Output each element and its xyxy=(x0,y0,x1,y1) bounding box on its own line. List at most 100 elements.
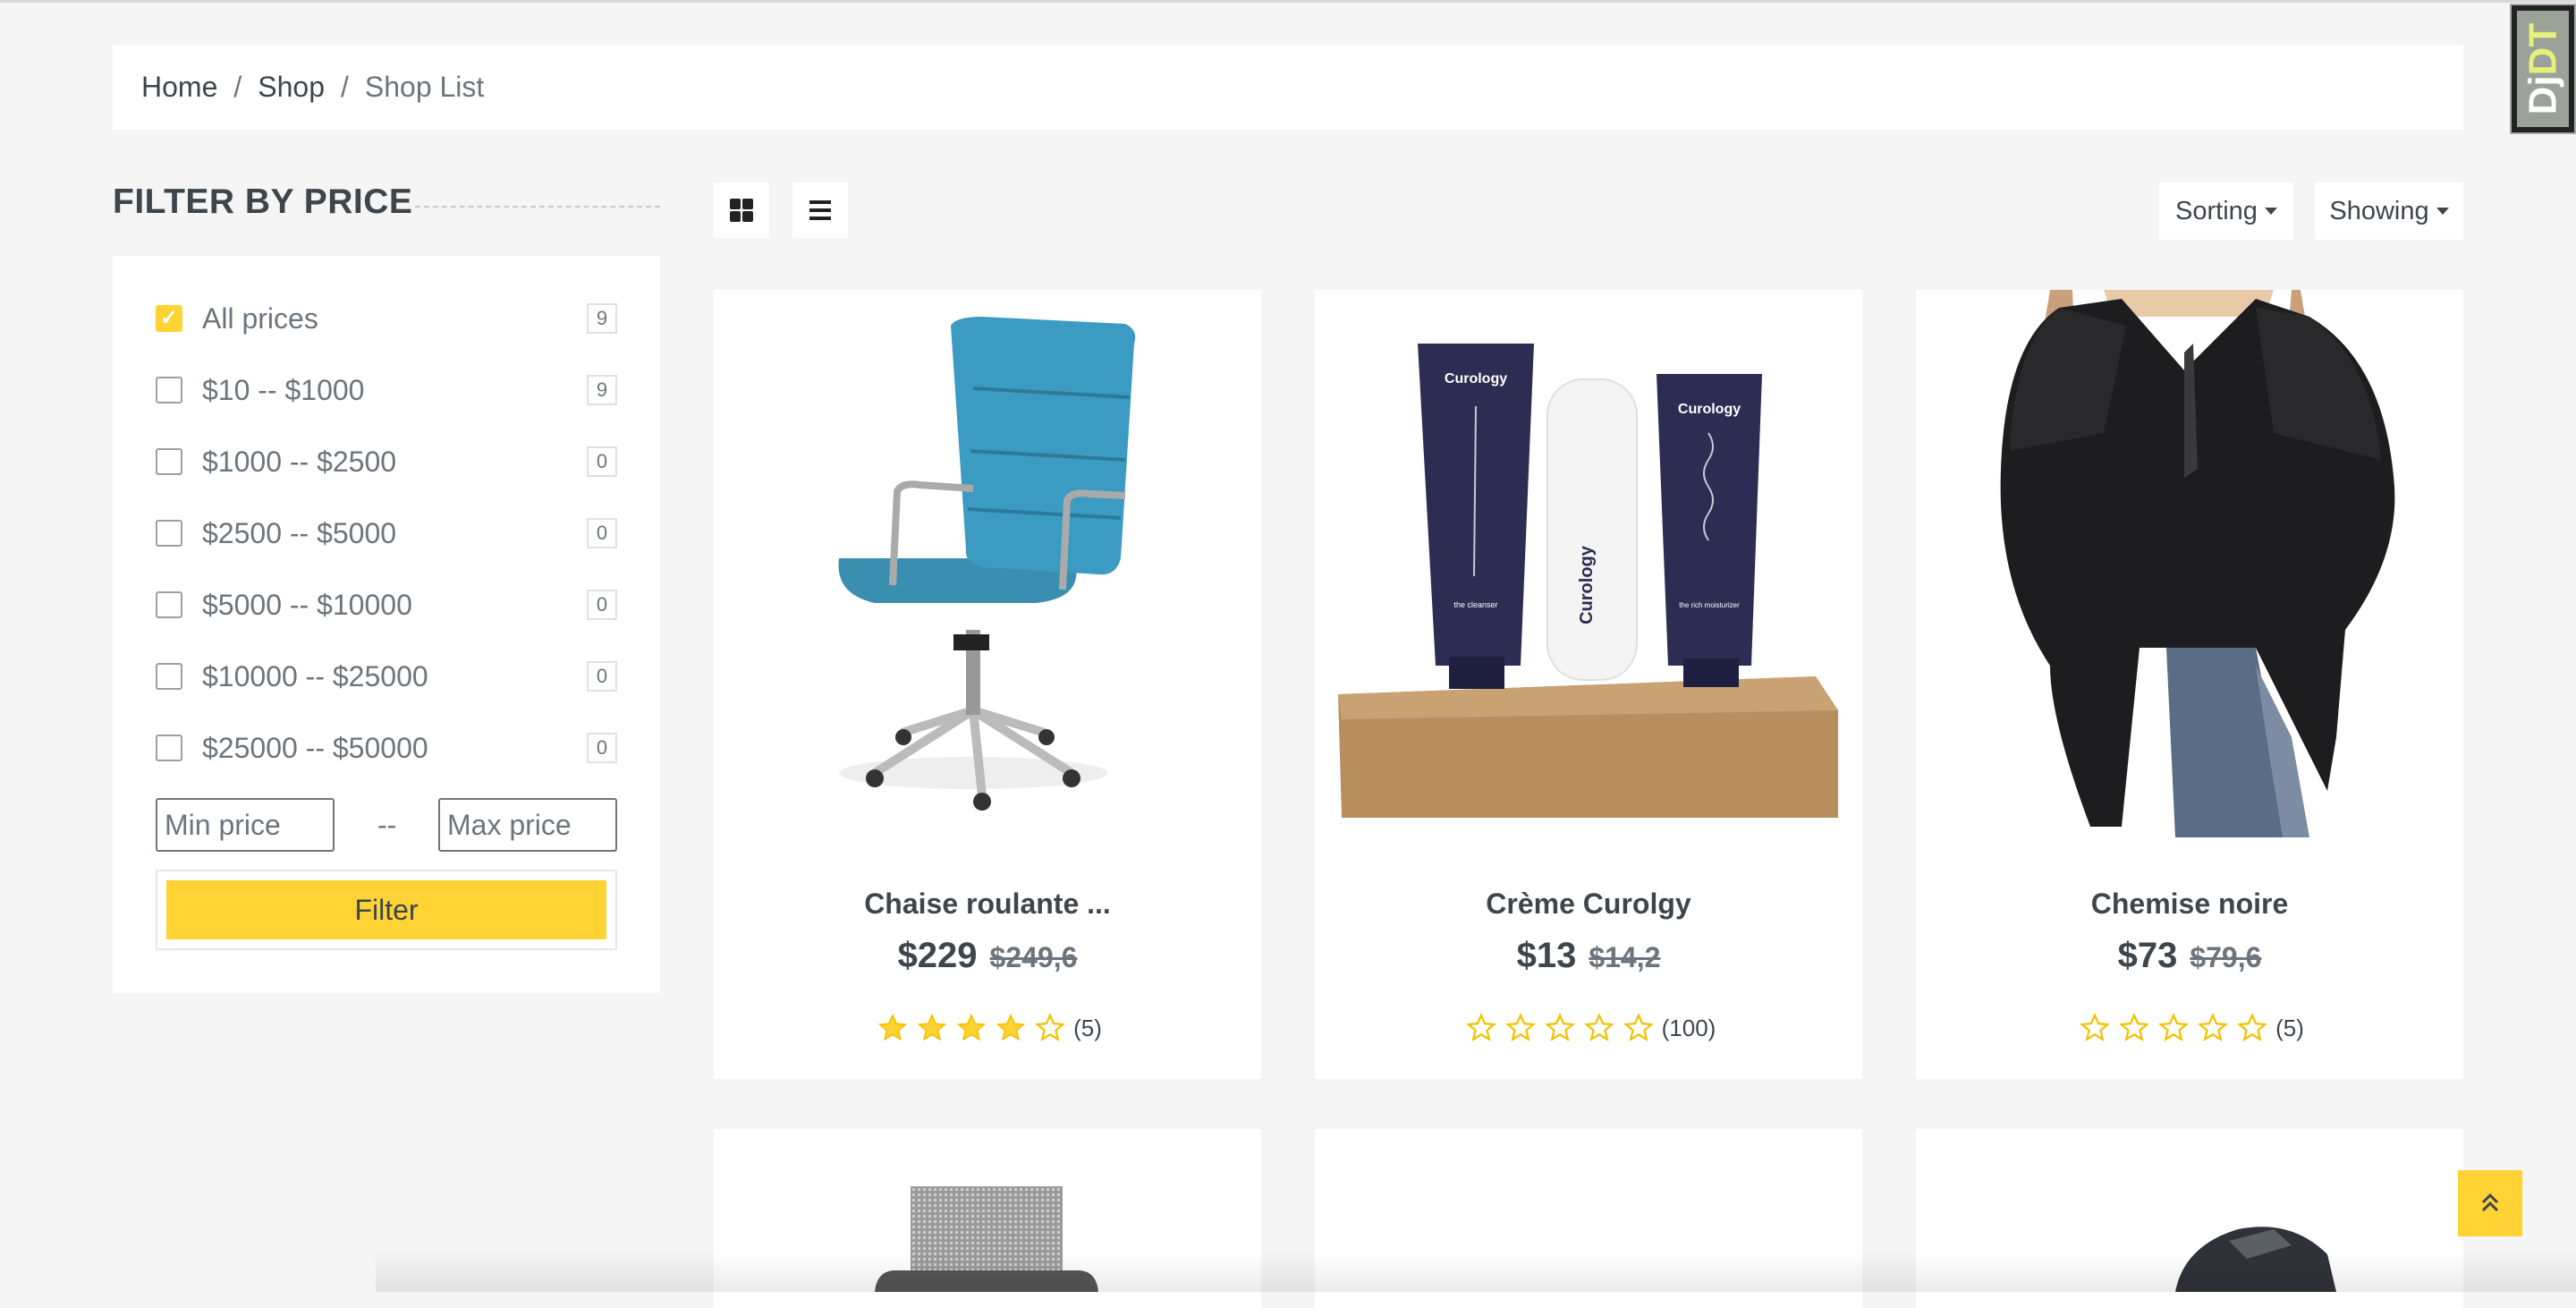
star-filled-icon xyxy=(956,1013,987,1041)
review-count: (100) xyxy=(1661,1014,1716,1041)
price-filter-panel: ✓ All prices 9 $10 -- $1000 9 $1000 -- $… xyxy=(113,256,660,993)
checkbox[interactable] xyxy=(156,520,182,547)
star-empty-icon xyxy=(2158,1013,2190,1041)
product-prices: $73 $79,6 xyxy=(1916,936,2463,976)
showing-label: Showing xyxy=(2329,196,2429,225)
breadcrumb-home-link[interactable]: Home xyxy=(141,71,217,104)
checkbox[interactable] xyxy=(156,663,182,690)
product-image-skincare-tubes[interactable]: Curology the cleanser Curology Curology … xyxy=(1315,290,1862,837)
product-name[interactable]: Chemise noire xyxy=(1916,888,2463,921)
bottle-brand-label: Curology xyxy=(1577,545,1597,624)
price-option-label: $5000 -- $10000 xyxy=(202,588,412,621)
product-card[interactable]: Chemise noire $73 $79,6 (5) xyxy=(1916,290,2463,1079)
tube-brand-label: Curology xyxy=(1678,402,1741,417)
product-card[interactable]: Chaise roulante ... $229 $249,6 (5) xyxy=(714,290,1261,1079)
star-empty-icon xyxy=(1035,1013,1066,1041)
bottom-shadow xyxy=(376,1253,2576,1292)
breadcrumb-shop-link[interactable]: Shop xyxy=(258,71,325,104)
price-range-dash: -- xyxy=(377,809,397,841)
price-option-label: $1000 -- $2500 xyxy=(202,445,397,478)
price-option-1000-2500[interactable]: $1000 -- $2500 0 xyxy=(156,444,617,480)
product-prices: $13 $14,2 xyxy=(1315,936,1862,976)
double-chevron-up-icon xyxy=(2481,1193,2499,1212)
price-option-5000-10000[interactable]: $5000 -- $10000 0 xyxy=(156,587,617,623)
showing-dropdown[interactable]: Showing xyxy=(2315,183,2463,240)
sorting-label: Sorting xyxy=(2175,196,2258,225)
debug-toolbar-label: DjDT xyxy=(2521,22,2564,115)
price-option-25000-50000[interactable]: $25000 -- $50000 0 xyxy=(156,730,617,766)
product-price: $73 xyxy=(2117,936,2178,975)
star-filled-icon xyxy=(877,1013,908,1041)
price-option-2500-5000[interactable]: $2500 -- $5000 0 xyxy=(156,515,617,551)
product-image-office-chair[interactable] xyxy=(714,290,1261,837)
debug-toolbar-inner: DjDT xyxy=(2517,11,2569,127)
star-empty-icon xyxy=(1583,1013,1614,1041)
price-option-count: 9 xyxy=(587,375,617,405)
star-empty-icon xyxy=(1465,1013,1496,1041)
price-option-count: 0 xyxy=(587,446,617,477)
price-option-10-1000[interactable]: $10 -- $1000 9 xyxy=(156,372,617,408)
price-option-count: 9 xyxy=(587,303,617,334)
check-icon: ✓ xyxy=(159,306,179,330)
filter-button[interactable]: Filter xyxy=(166,880,606,939)
price-option-label: $25000 -- $50000 xyxy=(202,731,428,764)
min-price-input[interactable] xyxy=(156,798,335,852)
product-card[interactable]: Curology the cleanser Curology Curology … xyxy=(1315,290,1862,1079)
product-old-price: $249,6 xyxy=(989,941,1078,973)
product-old-price: $79,6 xyxy=(2190,941,2262,973)
price-option-all[interactable]: ✓ All prices 9 xyxy=(156,301,617,336)
price-option-label: $10 -- $1000 xyxy=(202,373,365,406)
sorting-dropdown[interactable]: Sorting xyxy=(2159,183,2293,240)
product-prices: $229 $249,6 xyxy=(714,936,1261,976)
star-empty-icon xyxy=(2119,1013,2150,1041)
filter-title-divider xyxy=(415,206,660,208)
checkbox[interactable] xyxy=(156,591,182,618)
filter-title: FILTER BY PRICE xyxy=(113,183,413,221)
product-name[interactable]: Crème Curolgy xyxy=(1315,888,1862,921)
star-empty-icon xyxy=(1544,1013,1575,1041)
price-option-label: $10000 -- $25000 xyxy=(202,659,428,692)
tube-sub-label: the rich moisturizer xyxy=(1679,601,1740,609)
star-empty-icon xyxy=(2198,1013,2229,1041)
caret-down-icon xyxy=(2436,208,2449,215)
product-image-black-blouse[interactable] xyxy=(1916,290,2463,837)
product-price: $13 xyxy=(1516,936,1577,975)
product-rating: (5) xyxy=(714,1013,1261,1043)
debug-toolbar-handle[interactable]: DjDT xyxy=(2510,4,2576,134)
tube-sub-label: the cleanser xyxy=(1453,600,1497,609)
price-option-label: All prices xyxy=(202,302,318,335)
checkbox[interactable] xyxy=(156,448,182,475)
product-name[interactable]: Chaise roulante ... xyxy=(714,888,1261,921)
grid-view-icon xyxy=(730,199,753,222)
breadcrumb-current: Shop List xyxy=(364,71,485,103)
price-option-count: 0 xyxy=(587,661,617,692)
list-view-icon xyxy=(809,200,831,220)
star-filled-icon xyxy=(917,1013,947,1041)
top-border xyxy=(0,0,2576,3)
price-option-10000-25000[interactable]: $10000 -- $25000 0 xyxy=(156,658,617,694)
max-price-input[interactable] xyxy=(438,798,617,852)
star-empty-icon xyxy=(2237,1013,2268,1041)
price-option-count: 0 xyxy=(587,518,617,548)
star-filled-icon xyxy=(996,1013,1026,1041)
back-to-top-button[interactable] xyxy=(2458,1170,2522,1236)
breadcrumb: Home / Shop / Shop List xyxy=(113,45,2463,130)
review-count: (5) xyxy=(2275,1014,2304,1041)
price-option-count: 0 xyxy=(587,733,617,763)
star-empty-icon xyxy=(1623,1013,1654,1041)
checkbox[interactable] xyxy=(156,735,182,761)
product-price: $229 xyxy=(897,936,978,975)
caret-down-icon xyxy=(2264,208,2277,215)
product-rating: (100) xyxy=(1315,1013,1862,1043)
star-empty-icon xyxy=(2080,1013,2111,1041)
grid-view-button[interactable] xyxy=(714,183,769,238)
product-rating: (5) xyxy=(1916,1013,2463,1043)
price-option-label: $2500 -- $5000 xyxy=(202,516,397,549)
tube-brand-label: Curology xyxy=(1445,371,1507,386)
list-view-button[interactable] xyxy=(792,183,848,238)
price-option-count: 0 xyxy=(587,590,617,620)
checkbox-checked[interactable]: ✓ xyxy=(156,305,182,332)
checkbox[interactable] xyxy=(156,377,182,403)
breadcrumb-separator: / xyxy=(233,71,242,103)
product-old-price: $14,2 xyxy=(1589,941,1661,973)
